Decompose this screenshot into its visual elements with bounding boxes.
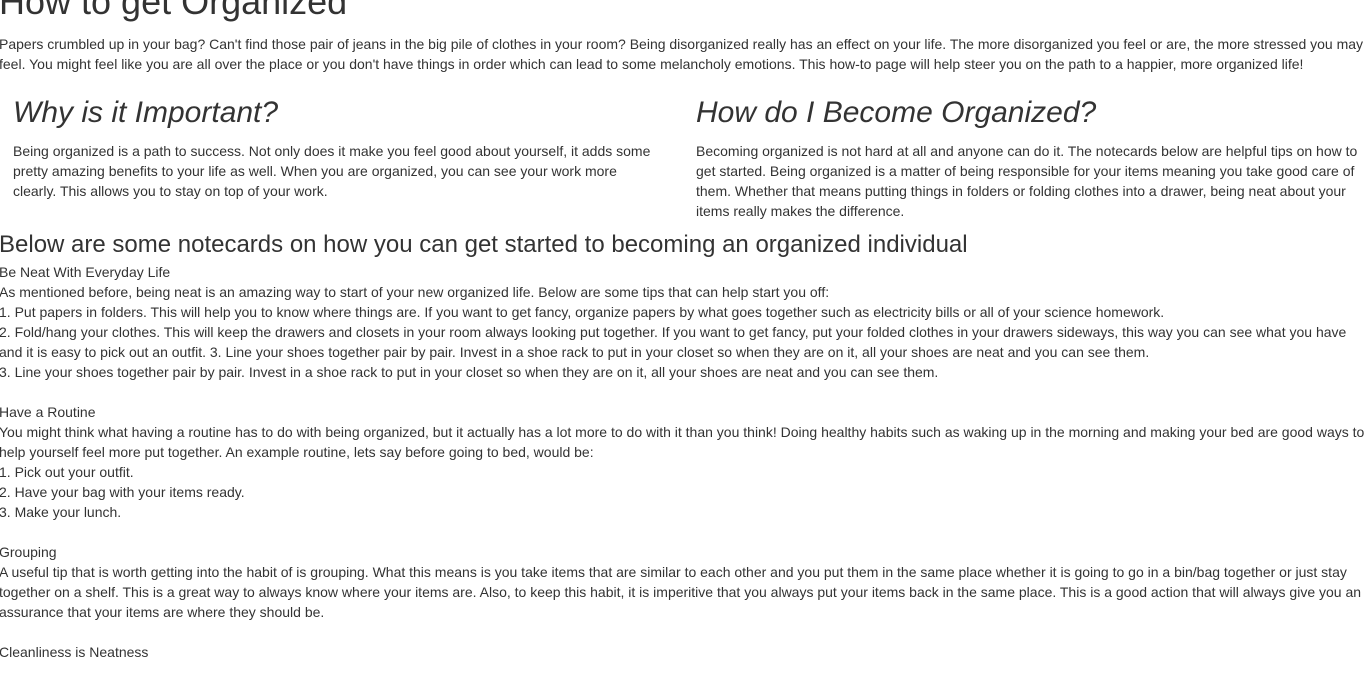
notecard-line: A useful tip that is worth getting into … bbox=[0, 564, 1362, 620]
why-important-section: Why is it Important? Being organized is … bbox=[0, 95, 682, 221]
why-important-heading: Why is it Important? bbox=[13, 96, 279, 129]
notecards-heading: Below are some notecards on how you can … bbox=[0, 231, 968, 258]
notecard-title: Have a Routine bbox=[0, 404, 96, 420]
notecard: Have a Routine You might think what havi… bbox=[0, 402, 1364, 522]
notecard-line: 1. Pick out your outfit. bbox=[0, 464, 134, 480]
how-to-organize-section: How do I Become Organized? Becoming orga… bbox=[682, 95, 1364, 221]
notecard-title: Grouping bbox=[0, 544, 57, 560]
notecard: Be Neat With Everyday Life As mentioned … bbox=[0, 262, 1364, 382]
how-to-organize-text: Becoming organized is not hard at all an… bbox=[696, 143, 1358, 219]
page: How to get Organized Papers crumbled up … bbox=[0, 0, 1364, 682]
page-title: How to get Organized bbox=[0, 0, 348, 22]
info-columns: Why is it Important? Being organized is … bbox=[0, 95, 1364, 221]
notecard-line: 1. Put papers in folders. This will help… bbox=[0, 304, 1165, 320]
notecard-line: 3. Line your shoes together pair by pair… bbox=[0, 364, 939, 380]
notecard-title: Be Neat With Everyday Life bbox=[0, 264, 171, 280]
notecard: Grouping A useful tip that is worth gett… bbox=[0, 542, 1364, 622]
notecard: Cleanliness is Neatness bbox=[0, 642, 1364, 662]
notecard-line: 3. Make your lunch. bbox=[0, 504, 122, 520]
notecard-line: You might think what having a routine ha… bbox=[0, 424, 1364, 460]
how-to-organize-heading: How do I Become Organized? bbox=[696, 96, 1097, 129]
notecard-line: 2. Fold/hang your clothes. This will kee… bbox=[0, 324, 1347, 360]
intro-paragraph: Papers crumbled up in your bag? Can't fi… bbox=[0, 36, 1364, 72]
notecard-title: Cleanliness is Neatness bbox=[0, 644, 149, 660]
notecard-line: 2. Have your bag with your items ready. bbox=[0, 484, 245, 500]
notecard-line: As mentioned before, being neat is an am… bbox=[0, 284, 830, 300]
why-important-text: Being organized is a path to success. No… bbox=[13, 143, 651, 199]
notecards-list: Be Neat With Everyday Life As mentioned … bbox=[0, 262, 1364, 662]
